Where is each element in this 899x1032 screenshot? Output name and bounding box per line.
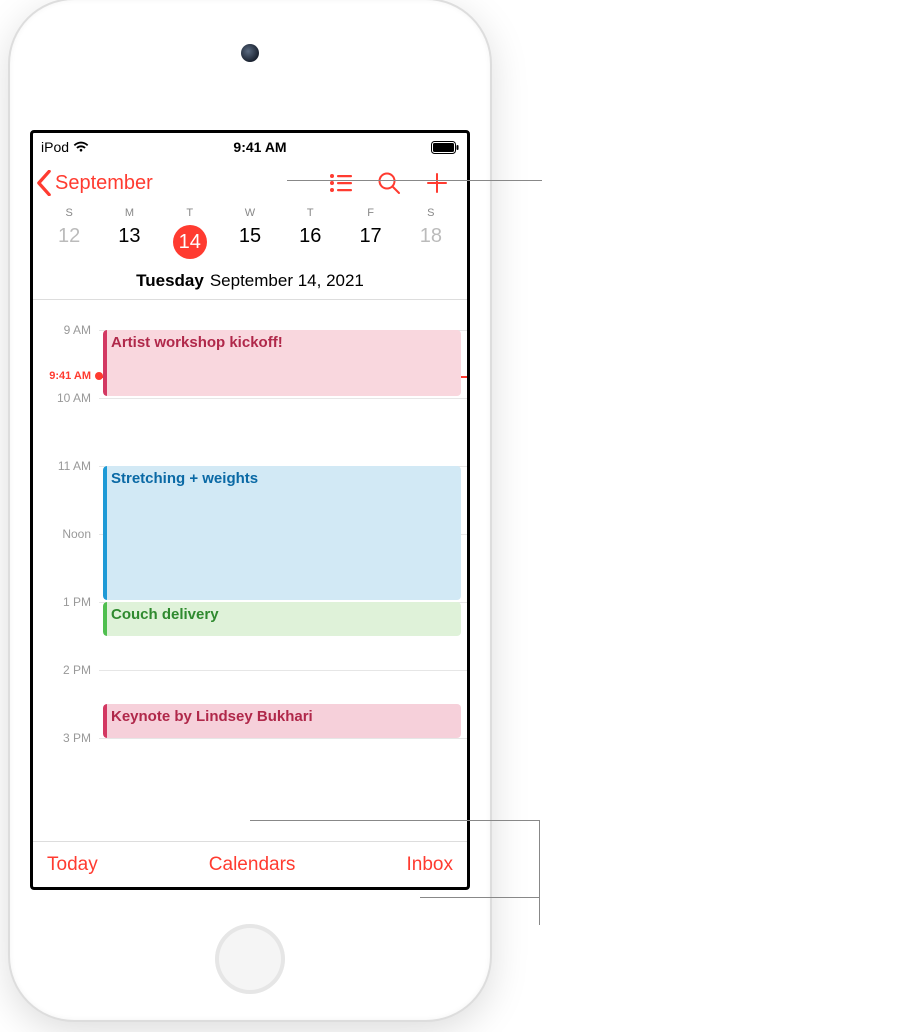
hour-label: 2 PM bbox=[33, 663, 91, 677]
date-full: September 14, 2021 bbox=[210, 271, 364, 290]
device-camera bbox=[241, 44, 259, 62]
view-list-button[interactable] bbox=[317, 161, 365, 205]
hour-line bbox=[99, 738, 467, 739]
hour-label: 11 AM bbox=[33, 459, 91, 473]
event-title: Couch delivery bbox=[111, 606, 219, 623]
week-day[interactable]: 16 bbox=[280, 221, 340, 263]
hour-label: 10 AM bbox=[33, 391, 91, 405]
week-letter: S bbox=[39, 207, 99, 219]
week-letter: F bbox=[340, 207, 400, 219]
search-button[interactable] bbox=[365, 161, 413, 205]
back-label: September bbox=[55, 172, 153, 195]
back-button[interactable]: September bbox=[35, 170, 153, 196]
week-day[interactable]: 14 bbox=[160, 221, 220, 263]
hour-label: 1 PM bbox=[33, 595, 91, 609]
event-title: Artist workshop kickoff! bbox=[111, 334, 283, 351]
week-letter: T bbox=[280, 207, 340, 219]
event-title: Keynote by Lindsey Bukhari bbox=[111, 708, 313, 725]
status-carrier: iPod bbox=[41, 139, 69, 155]
now-label: 9:41 AM bbox=[33, 370, 91, 382]
week-letters: SMTWTFS bbox=[33, 205, 467, 219]
week-letter: S bbox=[401, 207, 461, 219]
week-day[interactable]: 18 bbox=[401, 221, 461, 263]
week-day[interactable]: 12 bbox=[39, 221, 99, 263]
hour-label: 9 AM bbox=[33, 323, 91, 337]
week-letter: T bbox=[160, 207, 220, 219]
now-dot bbox=[95, 372, 103, 380]
bottom-toolbar: Today Calendars Inbox bbox=[33, 841, 467, 887]
nav-bar: September bbox=[33, 161, 467, 205]
calendar-event[interactable]: Artist workshop kickoff! bbox=[103, 330, 461, 396]
status-bar: iPod 9:41 AM bbox=[33, 133, 467, 161]
chevron-left-icon bbox=[35, 170, 53, 196]
week-day[interactable]: 15 bbox=[220, 221, 280, 263]
date-label: Tuesday September 14, 2021 bbox=[33, 269, 467, 300]
date-weekday: Tuesday bbox=[136, 271, 204, 290]
week-letter: W bbox=[220, 207, 280, 219]
day-timeline[interactable]: 9 AM 10 AM 11 AM Noon 1 PM 2 PM 3 PM 9:41 AM Art… bbox=[33, 300, 467, 841]
hour-label: 3 PM bbox=[33, 731, 91, 745]
list-icon bbox=[329, 173, 353, 193]
calendars-button[interactable]: Calendars bbox=[209, 854, 296, 876]
wifi-icon bbox=[73, 141, 89, 153]
week-letter: M bbox=[99, 207, 159, 219]
hour-line bbox=[99, 670, 467, 671]
screen: iPod 9:41 AM September bbox=[30, 130, 470, 890]
calendar-event[interactable]: Keynote by Lindsey Bukhari bbox=[103, 704, 461, 738]
hour-line bbox=[99, 398, 467, 399]
week-day[interactable]: 13 bbox=[99, 221, 159, 263]
add-event-button[interactable] bbox=[413, 161, 461, 205]
calendar-event[interactable]: Stretching + weights bbox=[103, 466, 461, 600]
week-day[interactable]: 17 bbox=[340, 221, 400, 263]
calendar-event[interactable]: Couch delivery bbox=[103, 602, 461, 636]
today-button[interactable]: Today bbox=[47, 854, 98, 876]
home-button[interactable] bbox=[215, 924, 285, 994]
event-title: Stretching + weights bbox=[111, 470, 258, 487]
week-days: 12131415161718 bbox=[33, 219, 467, 269]
battery-icon bbox=[431, 141, 459, 154]
plus-icon bbox=[425, 171, 449, 195]
hour-label: Noon bbox=[33, 527, 91, 541]
inbox-button[interactable]: Inbox bbox=[407, 854, 453, 876]
device-frame: iPod 9:41 AM September bbox=[10, 0, 490, 1020]
status-time: 9:41 AM bbox=[233, 139, 286, 155]
search-icon bbox=[377, 171, 401, 195]
